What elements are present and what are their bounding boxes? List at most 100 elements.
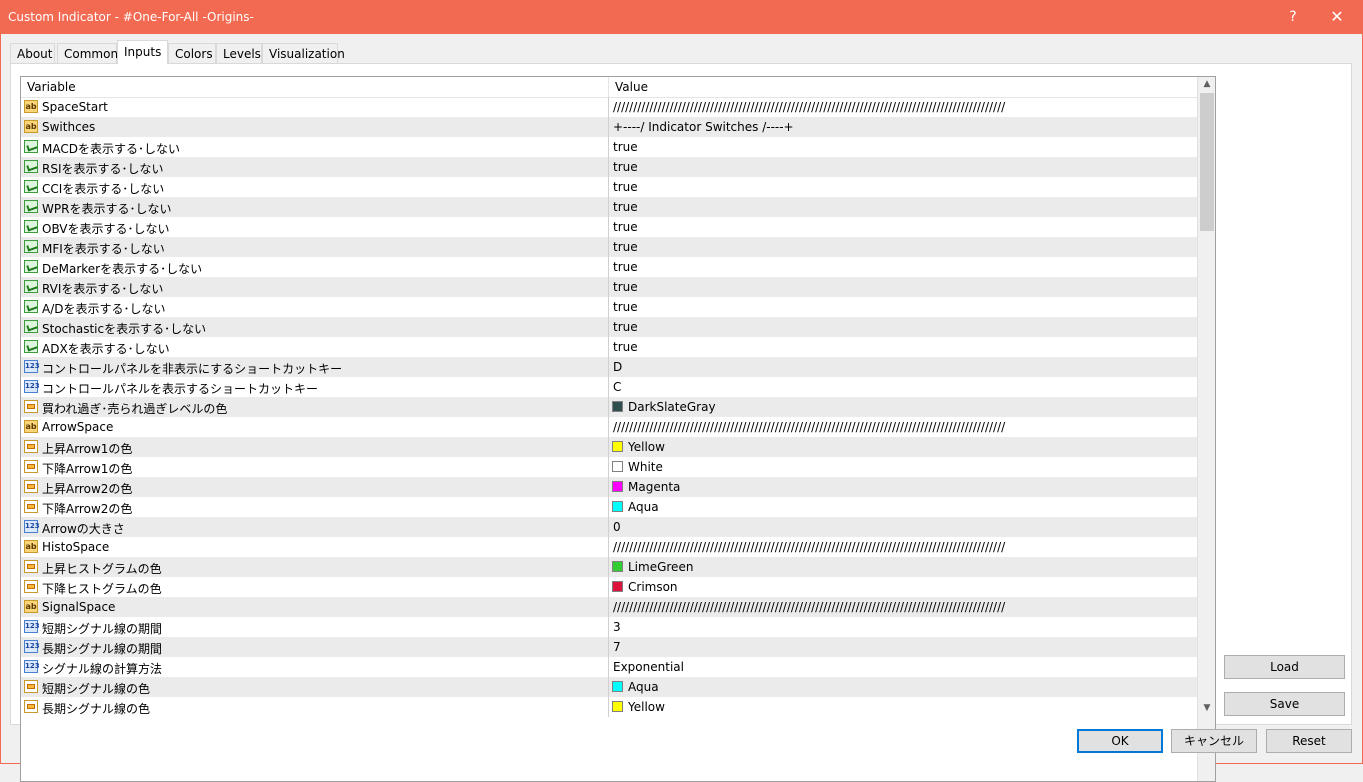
reset-button[interactable]: Reset — [1266, 729, 1352, 753]
input-row[interactable]: 長期シグナル線の色 Yellow — [21, 697, 1197, 717]
value-cell[interactable]: 0 — [613, 520, 621, 534]
variable-name: 上昇Arrow1の色 — [42, 442, 133, 456]
color-swatch — [612, 461, 623, 472]
value-cell[interactable]: true — [613, 200, 638, 214]
value-cell[interactable]: true — [613, 300, 638, 314]
title-bar: Custom Indicator - #One-For-All -Origins… — [0, 0, 1363, 34]
value-cell[interactable]: Aqua — [628, 680, 659, 694]
input-row[interactable]: WPRを表示する･しない true — [21, 197, 1197, 217]
number-icon: 123 — [24, 360, 40, 373]
column-header-variable[interactable]: Variable — [27, 80, 76, 94]
input-row[interactable]: 買われ過ぎ･売られ過ぎレベルの色 DarkSlateGray — [21, 397, 1197, 417]
value-cell[interactable]: Aqua — [628, 500, 659, 514]
input-row[interactable]: CCIを表示する･しない true — [21, 177, 1197, 197]
input-row[interactable]: 123 長期シグナル線の期間 7 — [21, 637, 1197, 657]
tab-colors[interactable]: Colors — [168, 43, 216, 63]
vertical-scrollbar[interactable]: ▲ ▼ — [1197, 77, 1215, 781]
cell-divider — [608, 557, 609, 577]
value-cell[interactable]: ////////////////////////////////////////… — [613, 420, 1005, 434]
tab-visualization[interactable]: Visualization — [262, 43, 345, 63]
value-cell[interactable]: C — [613, 380, 621, 394]
save-button[interactable]: Save — [1224, 692, 1345, 716]
input-row[interactable]: 上昇Arrow2の色 Magenta — [21, 477, 1197, 497]
value-cell[interactable]: true — [613, 240, 638, 254]
scroll-thumb[interactable] — [1200, 93, 1214, 231]
value-cell[interactable]: true — [613, 140, 638, 154]
input-row[interactable]: ab HistoSpace ////////////////////////////… — [21, 537, 1197, 557]
value-cell[interactable]: Magenta — [628, 480, 680, 494]
value-cell[interactable]: true — [613, 180, 638, 194]
scroll-down-icon[interactable]: ▼ — [1198, 703, 1215, 717]
bool-check-icon — [24, 300, 38, 313]
value-cell[interactable]: Yellow — [628, 700, 665, 714]
window-title: Custom Indicator - #One-For-All -Origins… — [8, 10, 254, 24]
value-cell[interactable]: true — [613, 160, 638, 174]
input-row[interactable]: ADXを表示する･しない true — [21, 337, 1197, 357]
tab-common[interactable]: Common — [57, 43, 118, 63]
tab-inputs[interactable]: Inputs — [117, 40, 168, 64]
grid-rows: ab SpaceStart ////////////////////////////… — [21, 97, 1197, 717]
value-cell[interactable]: true — [613, 260, 638, 274]
help-button[interactable]: ? — [1270, 0, 1316, 34]
input-row[interactable]: ab SpaceStart ////////////////////////////… — [21, 97, 1197, 117]
color-icon — [24, 680, 38, 693]
input-row[interactable]: MACDを表示する･しない true — [21, 137, 1197, 157]
cell-divider — [608, 477, 609, 497]
input-row[interactable]: ab Swithces +----/ Indicator Switches /---… — [21, 117, 1197, 137]
input-row[interactable]: 123 コントロールパネルを非表示にするショートカットキー D — [21, 357, 1197, 377]
tab-about[interactable]: About — [10, 43, 55, 63]
input-row[interactable]: MFIを表示する･しない true — [21, 237, 1197, 257]
input-row[interactable]: 下降Arrow1の色 White — [21, 457, 1197, 477]
input-row[interactable]: RSIを表示する･しない true — [21, 157, 1197, 177]
value-cell[interactable]: ////////////////////////////////////////… — [613, 600, 1005, 614]
scroll-up-icon[interactable]: ▲ — [1198, 79, 1215, 93]
input-row[interactable]: Stochasticを表示する･しない true — [21, 317, 1197, 337]
input-row[interactable]: 123 短期シグナル線の期間 3 — [21, 617, 1197, 637]
close-button[interactable]: ✕ — [1314, 0, 1360, 34]
cancel-button[interactable]: キャンセル — [1171, 729, 1257, 753]
load-button[interactable]: Load — [1224, 655, 1345, 679]
input-row[interactable]: ab SignalSpace ///////////////////////////… — [21, 597, 1197, 617]
value-cell[interactable]: Yellow — [628, 440, 665, 454]
value-cell[interactable]: White — [628, 460, 663, 474]
input-row[interactable]: 上昇ヒストグラムの色 LimeGreen — [21, 557, 1197, 577]
input-row[interactable]: 短期シグナル線の色 Aqua — [21, 677, 1197, 697]
ok-button[interactable]: OK — [1077, 729, 1163, 753]
input-row[interactable]: A/Dを表示する･しない true — [21, 297, 1197, 317]
value-cell[interactable]: ////////////////////////////////////////… — [613, 540, 1005, 554]
ab-icon: ab — [24, 120, 38, 133]
value-cell[interactable]: Crimson — [628, 580, 678, 594]
input-row[interactable]: 下降ヒストグラムの色 Crimson — [21, 577, 1197, 597]
variable-name: HistoSpace — [42, 540, 110, 554]
value-cell[interactable]: true — [613, 280, 638, 294]
input-row[interactable]: DeMarkerを表示する･しない true — [21, 257, 1197, 277]
value-cell[interactable]: Exponential — [613, 660, 684, 674]
value-cell[interactable]: 3 — [613, 620, 621, 634]
value-cell[interactable]: true — [613, 340, 638, 354]
column-divider[interactable] — [608, 77, 609, 97]
cell-divider — [608, 497, 609, 517]
input-row[interactable]: 123 Arrowの大きさ 0 — [21, 517, 1197, 537]
value-cell[interactable]: true — [613, 320, 638, 334]
input-row[interactable]: OBVを表示する･しない true — [21, 217, 1197, 237]
cell-divider — [608, 177, 609, 197]
variable-name: 下降ヒストグラムの色 — [42, 582, 162, 596]
input-row[interactable]: ab ArrowSpace ////////////////////////////… — [21, 417, 1197, 437]
input-row[interactable]: 上昇Arrow1の色 Yellow — [21, 437, 1197, 457]
value-cell[interactable]: 7 — [613, 640, 621, 654]
input-row[interactable]: RVIを表示する･しない true — [21, 277, 1197, 297]
input-row[interactable]: 下降Arrow2の色 Aqua — [21, 497, 1197, 517]
color-icon — [24, 700, 38, 713]
input-row[interactable]: 123 コントロールパネルを表示するショートカットキー C — [21, 377, 1197, 397]
column-header-value[interactable]: Value — [615, 80, 648, 94]
value-cell[interactable]: true — [613, 220, 638, 234]
input-row[interactable]: 123 シグナル線の計算方法 Exponential — [21, 657, 1197, 677]
value-cell[interactable]: +----/ Indicator Switches /----+ — [613, 120, 794, 134]
value-cell[interactable]: LimeGreen — [628, 560, 693, 574]
color-swatch — [612, 481, 623, 492]
cell-divider — [608, 417, 609, 437]
value-cell[interactable]: DarkSlateGray — [628, 400, 716, 414]
tab-levels[interactable]: Levels — [216, 43, 262, 63]
value-cell[interactable]: ////////////////////////////////////////… — [613, 100, 1005, 114]
value-cell[interactable]: D — [613, 360, 622, 374]
